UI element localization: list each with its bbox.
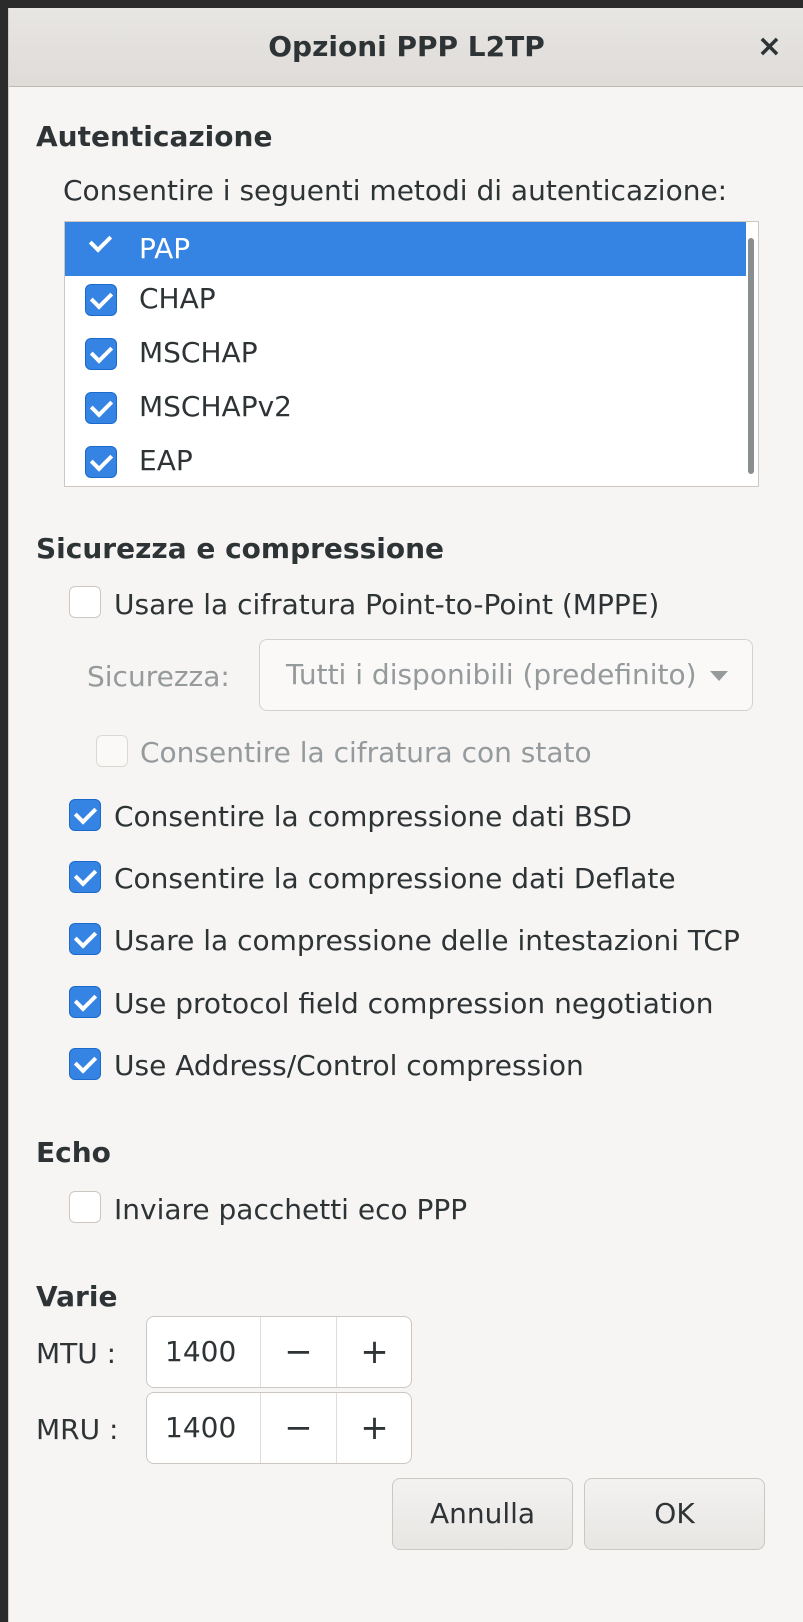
- auth-description: Consentire i seguenti metodi di autentic…: [63, 174, 728, 207]
- ok-button[interactable]: OK: [584, 1478, 765, 1550]
- mschap-checkbox[interactable]: [85, 338, 117, 370]
- eap-checkbox[interactable]: [85, 446, 117, 478]
- security-label: Sicurezza:: [87, 660, 230, 693]
- auth-method-label: CHAP: [139, 282, 216, 315]
- mru-label: MRU :: [36, 1413, 119, 1446]
- dialog-title: Opzioni PPP L2TP: [268, 30, 545, 63]
- stateful-encryption-checkbox: [96, 735, 128, 767]
- chap-checkbox[interactable]: [85, 284, 117, 316]
- list-scrollbar[interactable]: [748, 238, 754, 474]
- address-control-compression-checkbox[interactable]: [69, 1048, 101, 1080]
- auth-method-label: EAP: [139, 444, 193, 477]
- auth-method-mschap[interactable]: MSCHAP: [65, 326, 746, 380]
- mtu-increment-button[interactable]: +: [336, 1317, 411, 1387]
- chevron-down-icon: [710, 671, 728, 681]
- mtu-spinbutton[interactable]: 1400 − +: [146, 1316, 412, 1388]
- auth-method-eap[interactable]: EAP: [65, 434, 746, 486]
- deflate-compression-label[interactable]: Consentire la compressione dati Deflate: [114, 862, 676, 895]
- address-control-compression-label[interactable]: Use Address/Control compression: [114, 1049, 584, 1082]
- mru-spinbutton[interactable]: 1400 − +: [146, 1392, 412, 1464]
- mtu-value[interactable]: 1400: [165, 1317, 236, 1387]
- mschapv2-checkbox[interactable]: [85, 392, 117, 424]
- auth-heading: Autenticazione: [36, 120, 273, 153]
- bsd-compression-label[interactable]: Consentire la compressione dati BSD: [114, 800, 632, 833]
- mru-value[interactable]: 1400: [165, 1393, 236, 1463]
- auth-method-chap[interactable]: CHAP: [65, 272, 746, 326]
- send-echo-label[interactable]: Inviare pacchetti eco PPP: [114, 1193, 467, 1226]
- pap-checkbox[interactable]: [85, 228, 117, 260]
- auth-method-pap[interactable]: PAP: [65, 222, 746, 276]
- echo-heading: Echo: [36, 1136, 111, 1169]
- send-echo-checkbox[interactable]: [69, 1191, 101, 1223]
- auth-methods-list[interactable]: PAP CHAP MSCHAP MSCHAPv2 EAP: [64, 221, 759, 487]
- misc-heading: Varie: [36, 1280, 118, 1313]
- protocol-field-compression-checkbox[interactable]: [69, 986, 101, 1018]
- security-dropdown: Tutti i disponibili (predefinito): [259, 639, 753, 711]
- mtu-decrement-button[interactable]: −: [260, 1317, 336, 1387]
- mru-decrement-button[interactable]: −: [260, 1393, 336, 1463]
- security-heading: Sicurezza e compressione: [36, 532, 445, 565]
- tcp-header-compression-checkbox[interactable]: [69, 923, 101, 955]
- mru-increment-button[interactable]: +: [336, 1393, 411, 1463]
- titlebar: Opzioni PPP L2TP ×: [9, 8, 803, 87]
- mtu-label: MTU :: [36, 1337, 117, 1370]
- stateful-encryption-label: Consentire la cifratura con stato: [140, 736, 592, 769]
- auth-method-label: PAP: [139, 232, 191, 265]
- mppe-checkbox[interactable]: [69, 586, 101, 618]
- auth-method-mschapv2[interactable]: MSCHAPv2: [65, 380, 746, 434]
- mppe-label[interactable]: Usare la cifratura Point-to-Point (MPPE): [114, 588, 659, 621]
- deflate-compression-checkbox[interactable]: [69, 861, 101, 893]
- auth-method-label: MSCHAP: [139, 336, 258, 369]
- protocol-field-compression-label[interactable]: Use protocol field compression negotiati…: [114, 987, 714, 1020]
- ppp-options-dialog: Opzioni PPP L2TP × Autenticazione Consen…: [8, 8, 803, 1622]
- bsd-compression-checkbox[interactable]: [69, 799, 101, 831]
- close-icon[interactable]: ×: [757, 8, 782, 86]
- security-dropdown-value: Tutti i disponibili (predefinito): [286, 658, 697, 691]
- tcp-header-compression-label[interactable]: Usare la compressione delle intestazioni…: [114, 924, 740, 957]
- cancel-button[interactable]: Annulla: [392, 1478, 573, 1550]
- auth-method-label: MSCHAPv2: [139, 390, 292, 423]
